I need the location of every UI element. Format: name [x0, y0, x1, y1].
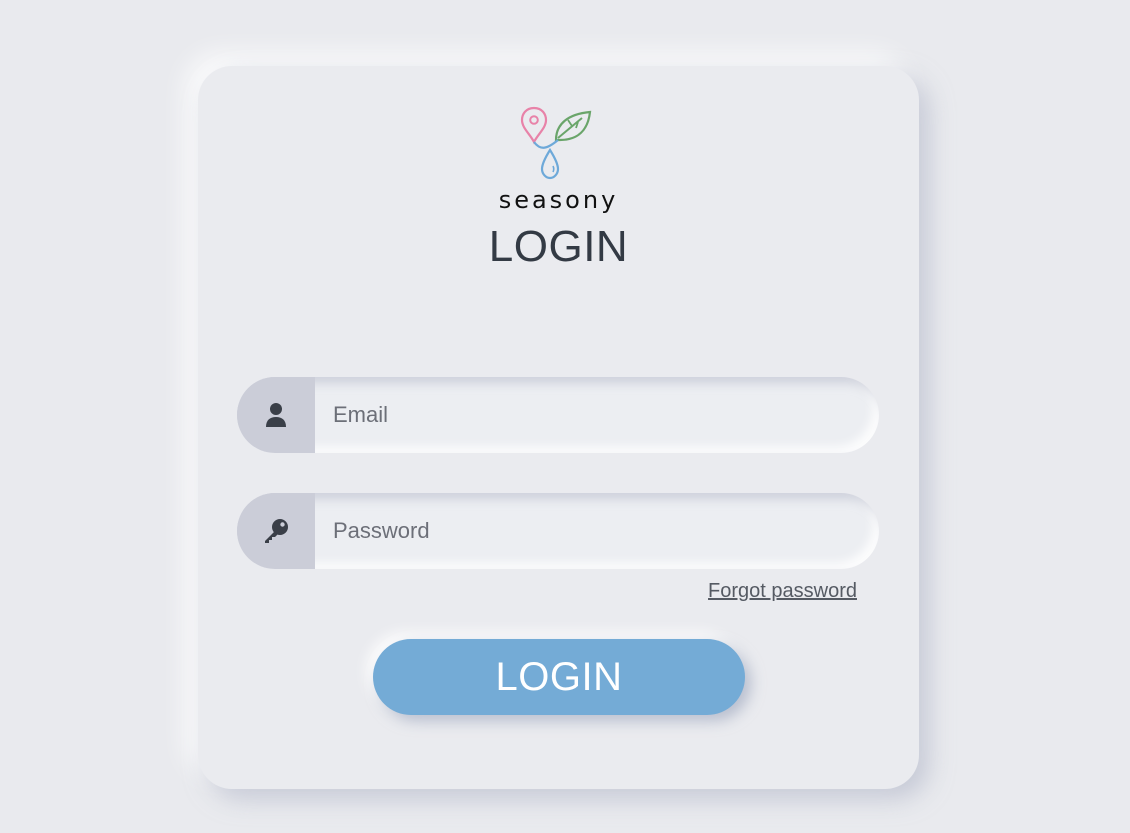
email-input[interactable]	[333, 377, 853, 453]
login-card: seasony LOGIN Forgot password LOGIN	[198, 66, 919, 789]
forgot-password-link[interactable]: Forgot password	[708, 580, 857, 603]
password-field-group	[237, 493, 879, 569]
brand-name: seasony	[498, 186, 619, 214]
page-title: LOGIN	[488, 222, 629, 271]
seasony-logo-icon	[520, 106, 592, 180]
password-icon-box	[237, 493, 315, 569]
email-field-group	[237, 377, 879, 453]
key-icon	[265, 519, 288, 543]
user-icon	[266, 403, 286, 427]
password-input[interactable]	[333, 493, 853, 569]
email-icon-box	[237, 377, 315, 453]
login-button[interactable]: LOGIN	[373, 639, 745, 715]
